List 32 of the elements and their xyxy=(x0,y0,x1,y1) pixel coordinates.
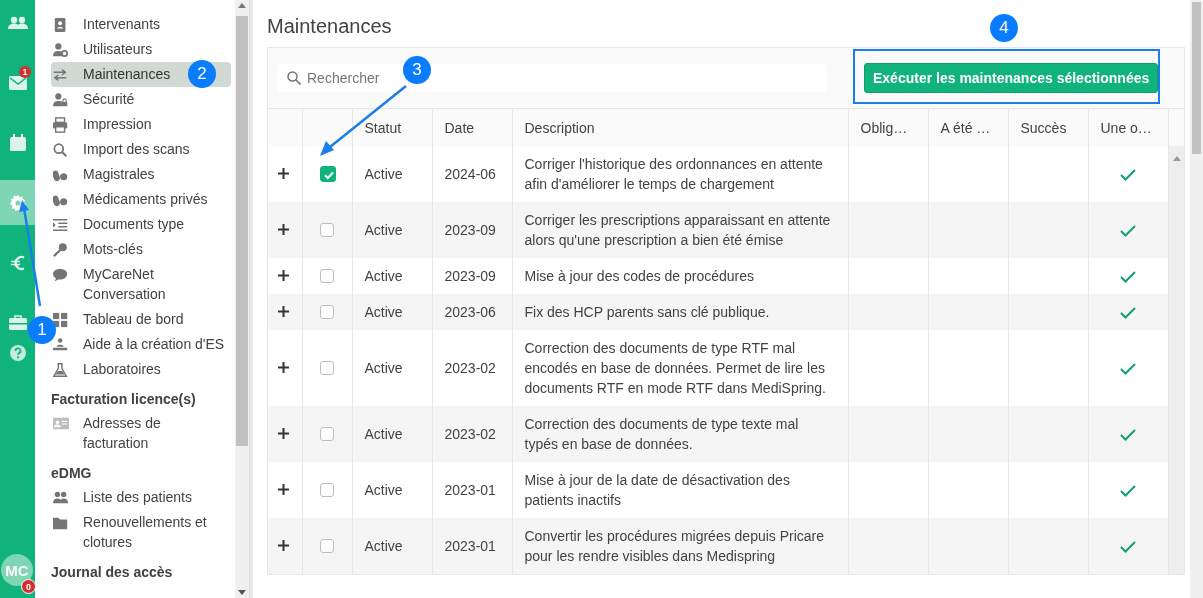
table-cell: Active xyxy=(352,146,432,202)
table-cell: Active xyxy=(352,462,432,518)
step-number-tooltip: 1 xyxy=(28,316,56,344)
table-cell: 2023-02 xyxy=(432,330,512,406)
table-cell: Corriger les prescriptions apparaissant en attente alors qu'une prescription a bien été émise xyxy=(512,202,848,258)
table-cell: 2023-09 xyxy=(432,258,512,294)
page-title: Maintenances xyxy=(267,14,392,38)
table-cell: Convertir les procédures migrées depuis Pricare pour les rendre visibles dans Medispring xyxy=(512,518,848,574)
table-cell: 2023-06 xyxy=(432,294,512,330)
unread-badge: 1 xyxy=(19,66,31,78)
table-cell: Mise à jour de la date de désactivation des patients inactifs xyxy=(512,462,848,518)
table-cell: Corriger l'historique des ordonnances en attente afin d'améliorer le temps de chargement xyxy=(512,146,848,202)
table-cell: Correction des documents de type texte mal typés en base de données. xyxy=(512,406,848,462)
table-cell: Active xyxy=(352,294,432,330)
table-cell: Active xyxy=(352,202,432,258)
table-cell: Active xyxy=(352,258,432,294)
section-heading: eDMG xyxy=(51,464,93,482)
section-heading: Facturation licence(s) xyxy=(51,390,197,408)
table-cell: 2024-06 xyxy=(432,146,512,202)
table-cell: 2023-09 xyxy=(432,202,512,258)
table-cell: 2023-01 xyxy=(432,518,512,574)
section-heading: Journal des accès xyxy=(51,563,174,581)
table-cell: Active xyxy=(352,330,432,406)
table-cell: Fix des HCP parents sans clé publique. xyxy=(512,294,848,330)
table-cell: Active xyxy=(352,518,432,574)
table-cell: Mise à jour des codes de procédures xyxy=(512,258,848,294)
notification-badge: 0 xyxy=(21,579,36,594)
table-cell: Active xyxy=(352,406,432,462)
table-cell: 2023-02 xyxy=(432,406,512,462)
table-cell: Correction des documents de type RTF mal encodés en base de données. Permet de lire les documents RTF en mode RTF dans MediSpring. xyxy=(512,330,848,406)
table-cell: 2023-01 xyxy=(432,462,512,518)
step-number-tooltip: 4 xyxy=(990,14,1018,42)
